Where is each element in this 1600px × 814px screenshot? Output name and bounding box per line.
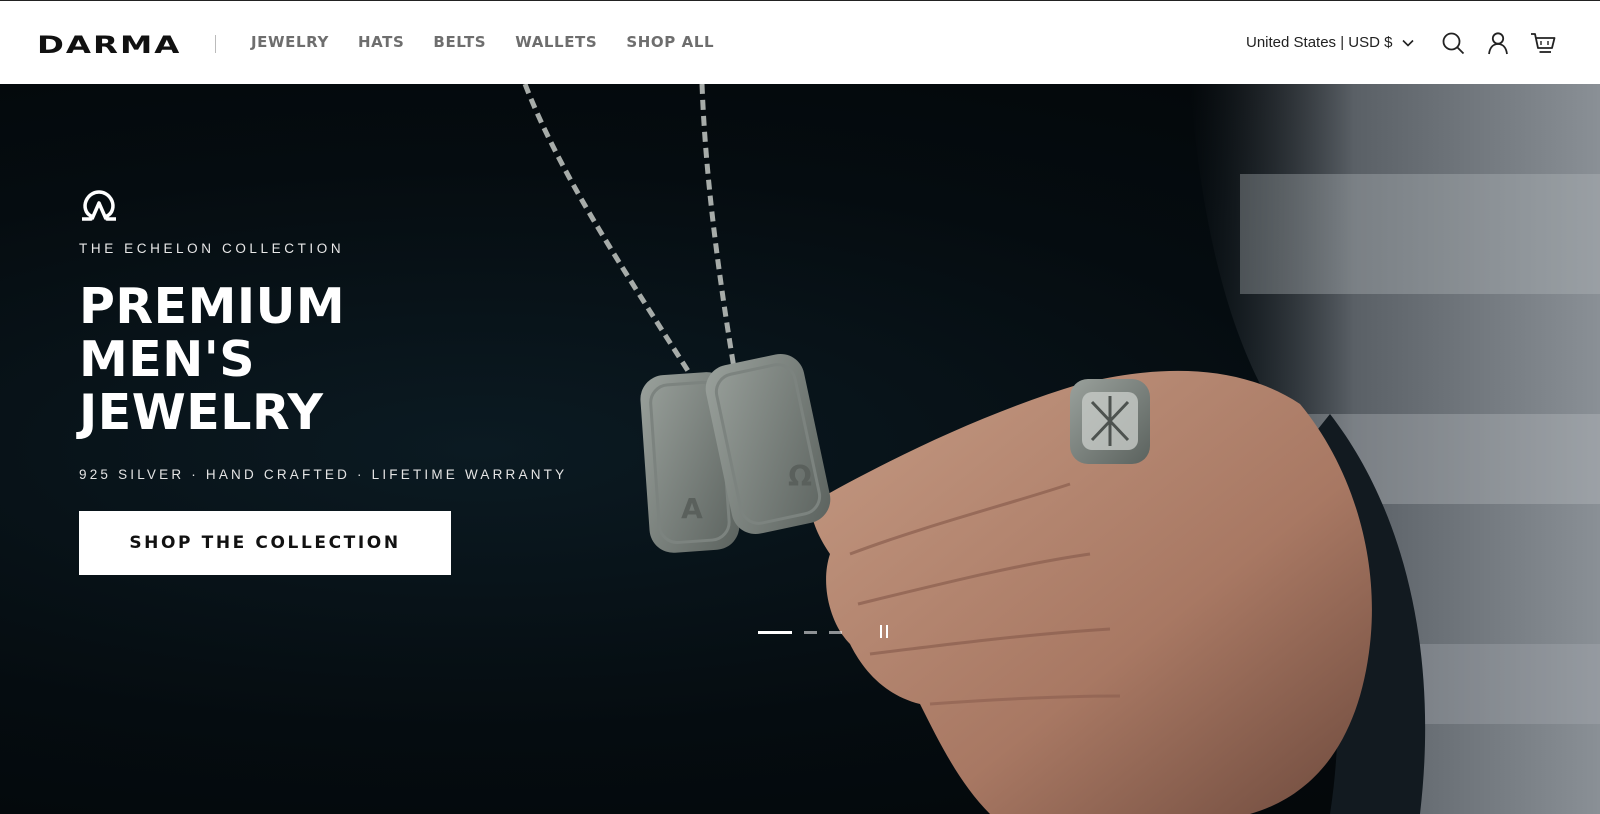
site-header: DARMA JEWELRY HATS BELTS WALLETS SHOP AL…	[0, 0, 1600, 84]
nav-item-shop-all[interactable]: SHOP ALL	[626, 33, 714, 51]
nav-item-jewelry[interactable]: JEWELRY	[251, 33, 329, 51]
tag-letter-omega: Ω	[788, 460, 812, 493]
chevron-down-icon	[1402, 39, 1415, 47]
nav-item-belts[interactable]: BELTS	[433, 33, 486, 51]
hero-banner: A Ω THE ECHELON COLLECTION PREMIUM MEN'S…	[0, 84, 1600, 814]
search-icon[interactable]	[1441, 31, 1465, 55]
headline-line: PREMIUM	[79, 278, 346, 335]
pause-icon[interactable]	[879, 625, 889, 638]
hero-subline: 925 SILVER · HAND CRAFTED · LIFETIME WAR…	[79, 467, 568, 482]
nav-item-wallets[interactable]: WALLETS	[515, 33, 597, 51]
locale-selector[interactable]: United States | USD $	[1246, 34, 1415, 51]
cart-icon[interactable]	[1530, 31, 1556, 55]
hero-content: THE ECHELON COLLECTION PREMIUM MEN'S JEW…	[79, 189, 567, 575]
tag-letter-alpha: A	[681, 492, 703, 525]
main-nav: JEWELRY HATS BELTS WALLETS SHOP ALL	[251, 33, 714, 51]
omega-logo-icon	[82, 190, 116, 221]
hero-headline: PREMIUM MEN'S JEWELRY	[79, 280, 499, 439]
nav-item-hats[interactable]: HATS	[358, 33, 404, 51]
locale-label: United States | USD $	[1246, 34, 1393, 51]
headline-line: MEN'S	[79, 331, 256, 388]
brand-logo[interactable]: DARMA	[37, 31, 181, 59]
slide-indicators	[758, 631, 842, 634]
hero-eyebrow: THE ECHELON COLLECTION	[79, 241, 345, 256]
slide-dot[interactable]	[829, 631, 842, 634]
shop-collection-button[interactable]: SHOP THE COLLECTION	[79, 511, 451, 575]
slide-dot[interactable]	[758, 631, 792, 634]
account-icon[interactable]	[1486, 31, 1510, 55]
headline-line: JEWELRY	[79, 384, 324, 441]
slide-dot[interactable]	[804, 631, 817, 634]
logo-divider	[215, 35, 216, 53]
